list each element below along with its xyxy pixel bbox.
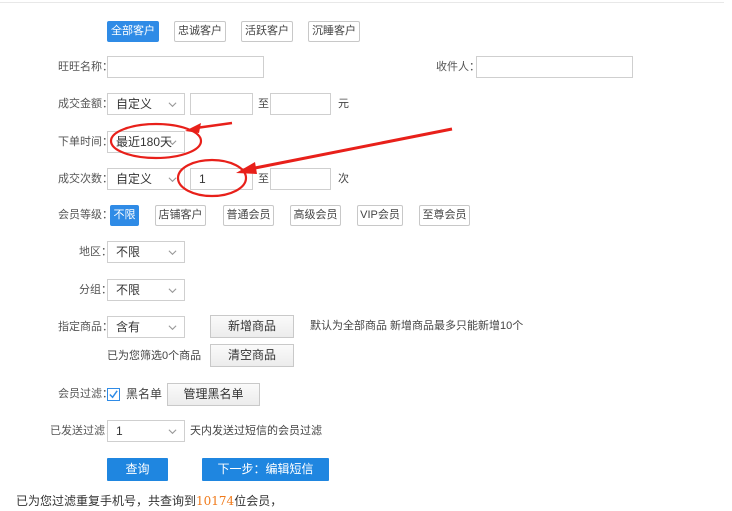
deal-count-highlight-circle [176,158,248,198]
order-time-arrow [195,121,233,130]
order-time-highlight-circle [109,122,203,160]
deal-count-arrow [249,127,453,171]
annotation-layer [109,121,453,198]
